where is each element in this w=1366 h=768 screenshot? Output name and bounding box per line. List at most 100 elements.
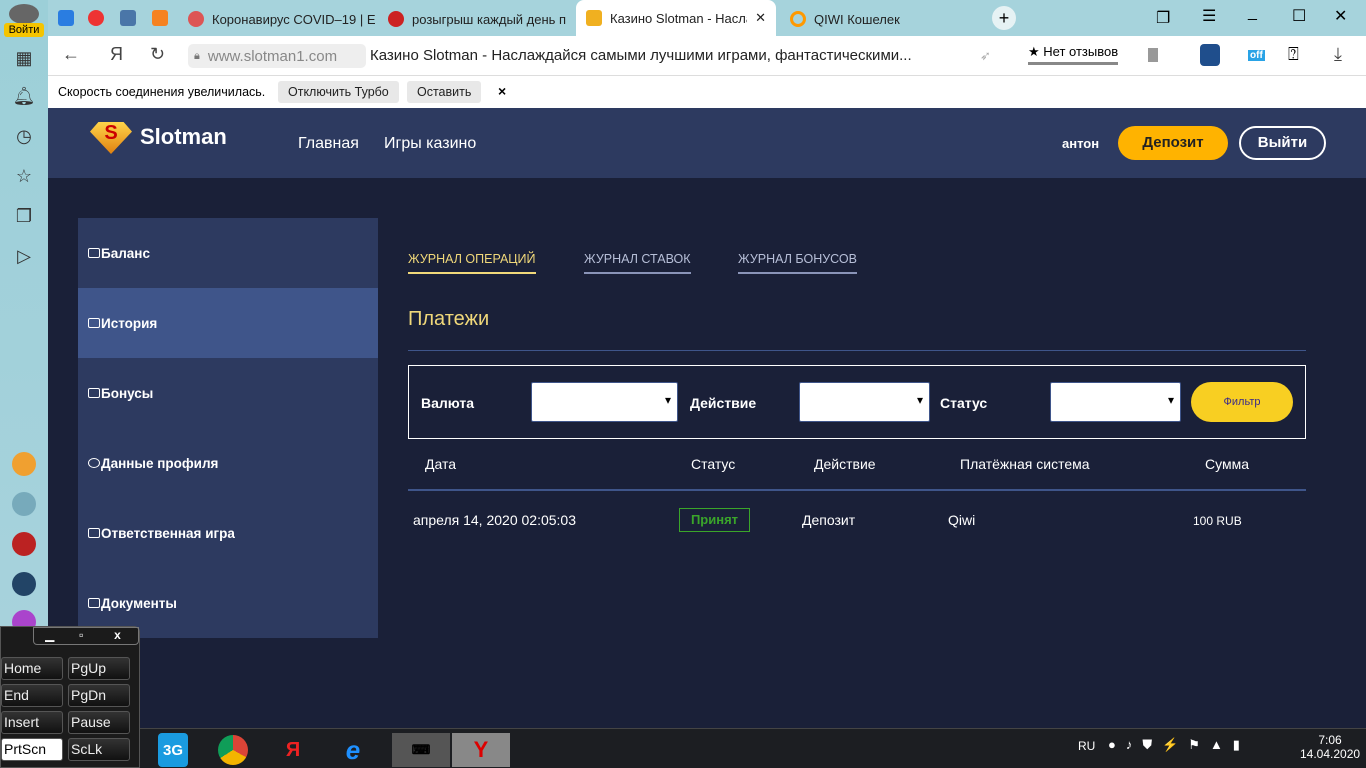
- deposit-button[interactable]: Депозит: [1118, 126, 1228, 160]
- close-icon[interactable]: x: [97, 628, 138, 644]
- language-indicator[interactable]: RU: [1078, 739, 1095, 753]
- disable-turbo-button[interactable]: Отключить Турбо: [278, 81, 399, 103]
- vk-icon[interactable]: [120, 10, 136, 26]
- onscreen-keyboard: ▁ ▫ x Home PgUp End PgDn Insert Pause Pr…: [0, 626, 140, 768]
- bell-icon[interactable]: 🔔︎: [12, 84, 36, 108]
- ok-icon[interactable]: [152, 10, 168, 26]
- col-action[interactable]: Действие: [814, 456, 876, 472]
- tab-qiwi[interactable]: QIWI Кошелек: [786, 6, 966, 32]
- yandex-browser-icon[interactable]: Y: [452, 733, 510, 767]
- clock[interactable]: 7:06 14.04.2020: [1300, 733, 1360, 761]
- tab-bets-log[interactable]: ЖУРНАЛ СТАВОК: [584, 252, 691, 274]
- key-home[interactable]: Home: [1, 657, 63, 680]
- sidebar-item-history[interactable]: История: [78, 288, 378, 358]
- mail-icon[interactable]: [58, 10, 74, 26]
- key-pgdn[interactable]: PgDn: [68, 684, 130, 707]
- nav-casino-games[interactable]: Игры казино: [384, 135, 476, 153]
- key-pause[interactable]: Pause: [68, 711, 130, 734]
- tab-giveaway[interactable]: розыгрыш каждый день п: [388, 6, 573, 32]
- rocket-icon[interactable]: ➶: [980, 48, 991, 64]
- translate-ext-icon[interactable]: ⍰: [1288, 44, 1299, 65]
- apps-icon[interactable]: ▦: [12, 46, 36, 70]
- col-date[interactable]: Дата: [425, 456, 456, 472]
- login-button[interactable]: Войти: [4, 23, 44, 37]
- tab-bar: Коронавирус COVID–19 | E розыгрыш каждый…: [48, 0, 1366, 36]
- avatar[interactable]: [9, 4, 39, 24]
- status-select[interactable]: [1050, 382, 1181, 422]
- eye-app-icon[interactable]: [12, 452, 36, 476]
- action-label: Действие: [690, 395, 757, 411]
- page-title: Казино Slotman - Наслаждайся самыми лучш…: [370, 47, 912, 64]
- table-header-divider: [408, 489, 1306, 491]
- filter-button[interactable]: Фильтр: [1191, 382, 1293, 422]
- reviews-button[interactable]: ★ Нет отзывов: [1028, 44, 1119, 65]
- back-icon[interactable]: ←: [62, 44, 80, 65]
- tray-icons[interactable]: ●♪⛊⚡⚑▲▮: [1108, 737, 1250, 753]
- logo-text[interactable]: Slotman: [140, 124, 227, 150]
- logout-button[interactable]: Выйти: [1239, 126, 1326, 160]
- play-icon[interactable]: ▷: [12, 244, 36, 268]
- key-sclk[interactable]: ScLk: [68, 738, 130, 761]
- new-tab-icon[interactable]: +: [992, 6, 1016, 30]
- star-icon[interactable]: ☆: [12, 164, 36, 188]
- keep-turbo-button[interactable]: Оставить: [407, 81, 482, 103]
- close-notification-icon[interactable]: ×: [498, 83, 506, 99]
- tabs-manager-icon[interactable]: ❐: [1156, 8, 1170, 28]
- maximize-icon[interactable]: ☐: [1292, 6, 1306, 26]
- calendar-clock-icon: [88, 318, 100, 328]
- divider: [408, 350, 1306, 351]
- close-window-icon[interactable]: ✕: [1334, 6, 1347, 26]
- url-field[interactable]: 🔒︎ www.slotman1.com: [188, 44, 366, 68]
- key-prtscn[interactable]: PrtScn: [1, 738, 63, 761]
- tab-slotman[interactable]: Казино Slotman - Насла ✕: [576, 0, 776, 36]
- bookmark-icon[interactable]: [1148, 48, 1158, 62]
- currency-select[interactable]: [531, 382, 678, 422]
- 3g-modem-icon[interactable]: 3G: [158, 733, 188, 767]
- sidebar-item-responsible-gaming[interactable]: Ответственная игра: [78, 498, 378, 568]
- favicon: [388, 11, 404, 27]
- favicon: [790, 11, 806, 27]
- ie-icon[interactable]: e: [330, 733, 376, 767]
- tab-bonus-log[interactable]: ЖУРНАЛ БОНУСОВ: [738, 252, 857, 274]
- cell-action: Депозит: [802, 512, 856, 528]
- id-card-icon: [88, 598, 100, 608]
- chrome-icon[interactable]: [210, 733, 256, 767]
- sidebar-item-profile[interactable]: Данные профиля: [78, 428, 378, 498]
- sidebar-item-bonuses[interactable]: Бонусы: [78, 358, 378, 428]
- cell-date: апреля 14, 2020 02:05:03: [413, 512, 576, 528]
- maximize-icon[interactable]: ▫: [66, 628, 98, 644]
- lightning-ext-icon[interactable]: [1200, 44, 1220, 66]
- close-tab-icon[interactable]: ✕: [755, 10, 766, 26]
- reload-icon[interactable]: ↻: [150, 44, 165, 65]
- logo-icon[interactable]: S: [90, 122, 132, 154]
- download-icon[interactable]: ⤓: [1334, 44, 1342, 65]
- sidebar-item-balance[interactable]: Баланс: [78, 218, 378, 288]
- minimize-icon[interactable]: ▁: [34, 628, 66, 644]
- tab-covid[interactable]: Коронавирус COVID–19 | E: [188, 6, 378, 32]
- status-badge: Принят: [679, 508, 750, 532]
- section-title: Платежи: [408, 308, 490, 330]
- username[interactable]: антон: [1062, 136, 1099, 151]
- onscreen-keyboard-icon[interactable]: ⌨: [392, 733, 450, 767]
- col-amount[interactable]: Сумма: [1205, 456, 1249, 472]
- collections-icon[interactable]: ❐: [12, 204, 36, 228]
- space-app-icon[interactable]: [12, 572, 36, 596]
- minimize-icon[interactable]: _: [1248, 4, 1257, 22]
- menu-icon[interactable]: ☰: [1202, 6, 1216, 26]
- action-select[interactable]: [799, 382, 930, 422]
- key-end[interactable]: End: [1, 684, 63, 707]
- yandex-icon[interactable]: Я: [110, 44, 123, 65]
- col-payment-system[interactable]: Платёжная система: [960, 456, 1090, 472]
- assistant-app-icon[interactable]: [12, 492, 36, 516]
- key-insert[interactable]: Insert: [1, 711, 63, 734]
- col-status[interactable]: Статус: [691, 456, 735, 472]
- cake-app-icon[interactable]: [12, 532, 36, 556]
- lifebuoy-icon[interactable]: [88, 10, 104, 26]
- adblock-off-icon[interactable]: off: [1248, 50, 1265, 61]
- cell-payment-system: Qiwi: [948, 512, 976, 528]
- history-icon[interactable]: ◷: [12, 124, 36, 148]
- yandex-app-icon[interactable]: Я: [270, 733, 316, 767]
- tab-operations-log[interactable]: ЖУРНАЛ ОПЕРАЦИЙ: [408, 252, 536, 274]
- key-pgup[interactable]: PgUp: [68, 657, 130, 680]
- nav-home[interactable]: Главная: [298, 135, 359, 153]
